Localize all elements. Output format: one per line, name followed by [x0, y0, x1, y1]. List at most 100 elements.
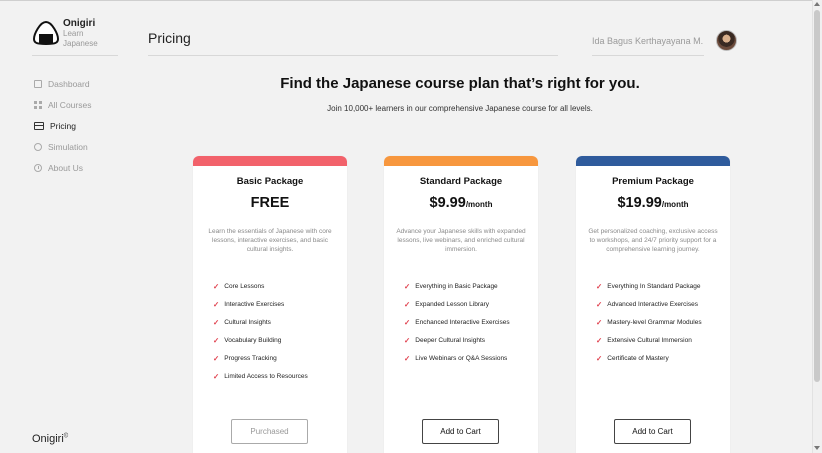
feature-label: Progress Tracking [224, 354, 277, 362]
feature-label: Everything in Basic Package [415, 282, 498, 290]
feature-item: ✓ Cultural Insights [213, 313, 308, 331]
add-to-cart-button[interactable]: Add to Cart [422, 419, 499, 444]
purchased-button[interactable]: Purchased [231, 419, 308, 444]
plan-price-amount: $19.99 [617, 195, 662, 211]
add-to-cart-button[interactable]: Add to Cart [614, 419, 691, 444]
plan-price: $19.99/month [576, 195, 730, 215]
sidebar-item-label: Pricing [50, 120, 76, 131]
onigiri-logo-icon [32, 20, 60, 46]
feature-label: Everything In Standard Package [607, 282, 701, 290]
brand-tagline-line2: Japanese [63, 39, 98, 48]
sidebar-item-label: All Courses [48, 99, 92, 110]
plan-price: FREE [193, 195, 347, 215]
plan-name: Standard Package [419, 176, 503, 187]
plan-card-basic: Basic Package FREE Learn the essentials … [193, 156, 347, 453]
sidebar-item-label: Simulation [48, 141, 88, 152]
plan-description: Learn the essentials of Japanese with co… [208, 228, 332, 253]
copyright-mark: © [63, 433, 69, 440]
dashboard-icon [34, 79, 42, 88]
check-icon: ✓ [213, 281, 220, 291]
feature-item: ✓ Enchanced Interactive Exercises [404, 313, 510, 331]
feature-label: Live Webinars or Q&A Sessions [415, 354, 508, 362]
check-icon: ✓ [596, 335, 603, 345]
feature-item: ✓ Certificate of Mastery [596, 349, 702, 367]
feature-item: ✓ Advanced Interactive Exercises [596, 295, 702, 313]
brand-name: Onigiri [63, 18, 96, 29]
app-logo[interactable]: Onigiri Learn Japanese [32, 18, 118, 54]
feature-item: ✓ Limited Access to Resources [213, 367, 308, 385]
circle-icon [34, 142, 42, 151]
plan-description: Get personalized coaching, exclusive acc… [588, 228, 718, 253]
check-icon: ✓ [404, 317, 411, 327]
check-icon: ✓ [404, 299, 411, 309]
plan-description: Advance your Japanese skills with expand… [396, 228, 526, 253]
sidebar-item-simulation[interactable]: Simulation [34, 136, 91, 157]
avatar[interactable] [716, 30, 737, 51]
feature-list: ✓ Everything in Basic Package ✓ Expanded L… [404, 277, 510, 367]
plan-price-period: /month [661, 200, 689, 209]
sidebar-item-about-us[interactable]: About Us [34, 157, 91, 178]
check-icon: ✓ [213, 335, 220, 345]
feature-label: Enchanced Interactive Exercises [415, 318, 510, 326]
feature-label: Cultural Insights [224, 318, 271, 326]
header-divider [148, 55, 558, 56]
scrollbar-thumb[interactable] [814, 10, 820, 382]
plan-price-period: /month [465, 200, 493, 209]
footer-brand-name: Onigiri [32, 433, 64, 445]
user-name[interactable]: Ida Bagus Kerthayayana M. [592, 36, 703, 46]
vertical-scrollbar[interactable] [812, 0, 822, 453]
feature-item: ✓ Expanded Lesson Library [404, 295, 510, 313]
feature-label: Vocabulary Building [224, 336, 282, 344]
check-icon: ✓ [404, 281, 411, 291]
feature-label: Interactive Exercises [224, 300, 285, 308]
sidebar-item-dashboard[interactable]: Dashboard [34, 73, 91, 94]
feature-label: Mastery-level Grammar Modules [607, 318, 702, 326]
sidebar-nav: Dashboard All Courses Pricing Simulation… [34, 73, 91, 178]
grid-icon [34, 100, 42, 109]
plan-price-amount: $9.99 [429, 195, 466, 211]
card-icon [34, 121, 44, 130]
user-name-underline [592, 55, 704, 56]
check-icon: ✓ [596, 353, 603, 363]
check-icon: ✓ [404, 335, 411, 345]
check-icon: ✓ [596, 317, 603, 327]
check-icon: ✓ [404, 353, 411, 363]
sidebar-item-all-courses[interactable]: All Courses [34, 94, 91, 115]
feature-item: ✓ Interactive Exercises [213, 295, 308, 313]
sidebar-divider [32, 55, 118, 56]
page-title: Pricing [148, 30, 191, 46]
sidebar-item-pricing[interactable]: Pricing [34, 115, 91, 136]
plan-accent-bar [576, 156, 730, 166]
plan-accent-bar [384, 156, 538, 166]
feature-label: Extensive Cultural Immersion [607, 336, 692, 344]
check-icon: ✓ [213, 317, 220, 327]
scroll-down-arrow-icon[interactable] [814, 446, 820, 450]
feature-item: ✓ Progress Tracking [213, 349, 308, 367]
feature-label: Expanded Lesson Library [415, 300, 490, 308]
feature-item: ✓ Mastery-level Grammar Modules [596, 313, 702, 331]
brand-tagline-line1: Learn [63, 29, 84, 38]
pricing-headline: Find the Japanese course plan that’s rig… [280, 75, 640, 92]
plan-name: Premium Package [612, 176, 694, 187]
plan-card-premium: Premium Package $19.99/month Get persona… [576, 156, 730, 453]
feature-item: ✓ Extensive Cultural Immersion [596, 331, 702, 349]
feature-list: ✓ Everything In Standard Package ✓ Advance… [596, 277, 702, 367]
check-icon: ✓ [213, 371, 220, 381]
feature-label: Core Lessons [224, 282, 265, 290]
feature-label: Advanced Interactive Exercises [607, 300, 698, 308]
scroll-up-arrow-icon[interactable] [814, 2, 820, 6]
plan-price-amount: FREE [250, 195, 290, 211]
feature-item: ✓ Vocabulary Building [213, 331, 308, 349]
sidebar-item-label: About Us [48, 162, 83, 173]
feature-item: ✓ Deeper Cultural Insights [404, 331, 510, 349]
feature-item: ✓ Live Webinars or Q&A Sessions [404, 349, 510, 367]
check-icon: ✓ [596, 281, 603, 291]
sidebar-item-label: Dashboard [48, 78, 90, 89]
plan-card-standard: Standard Package $9.99/month Advance you… [384, 156, 538, 453]
feature-label: Limited Access to Resources [224, 372, 308, 380]
feature-label: Deeper Cultural Insights [415, 336, 486, 344]
feature-item: ✓ Everything in Basic Package [404, 277, 510, 295]
feature-label: Certificate of Mastery [607, 354, 669, 362]
info-icon [34, 163, 42, 172]
plan-name: Basic Package [236, 176, 304, 187]
